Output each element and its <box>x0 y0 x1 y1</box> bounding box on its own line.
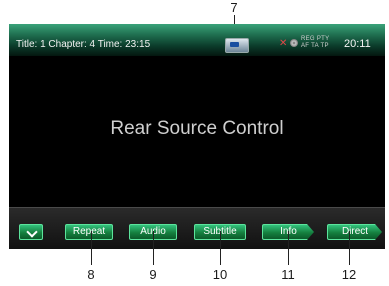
playback-info: Title: 1 Chapter: 4 Time: 23:15 <box>16 39 151 50</box>
rds-line-1: REG PTY <box>301 36 330 42</box>
screen: Title: 1 Chapter: 4 Time: 23:15 ✕ REG PT… <box>9 24 385 249</box>
callout-10: 10 <box>212 267 228 282</box>
clock: 20:11 <box>344 38 371 50</box>
direct-button[interactable]: Direct <box>327 224 382 240</box>
callout-10-leader <box>220 231 221 265</box>
callout-9: 9 <box>149 267 157 282</box>
repeat-button[interactable]: Repeat <box>65 224 113 240</box>
status-bar: Title: 1 Chapter: 4 Time: 23:15 ✕ REG PT… <box>9 24 385 56</box>
stb-source-icon[interactable] <box>225 38 249 53</box>
callout-12-leader <box>349 231 350 265</box>
rds-indicators: REG PTY AF TA TP <box>301 36 329 50</box>
callout-9-leader <box>153 231 154 265</box>
callout-11-leader <box>288 231 289 265</box>
chevron-down-icon <box>26 226 38 238</box>
callout-8: 8 <box>87 267 95 282</box>
rds-line-2: AF TA TP <box>301 43 329 49</box>
callout-12: 12 <box>341 267 357 282</box>
page-title: Rear Source Control <box>110 118 284 139</box>
callout-8-leader <box>91 231 92 265</box>
soft-button-bar: Repeat Audio Subtitle Info Direct <box>9 207 385 249</box>
callout-11: 11 <box>281 267 295 282</box>
disc-icon <box>290 39 298 47</box>
callout-7: 7 <box>230 0 238 15</box>
down-button[interactable] <box>19 224 43 240</box>
mute-icon: ✕ <box>279 38 288 49</box>
